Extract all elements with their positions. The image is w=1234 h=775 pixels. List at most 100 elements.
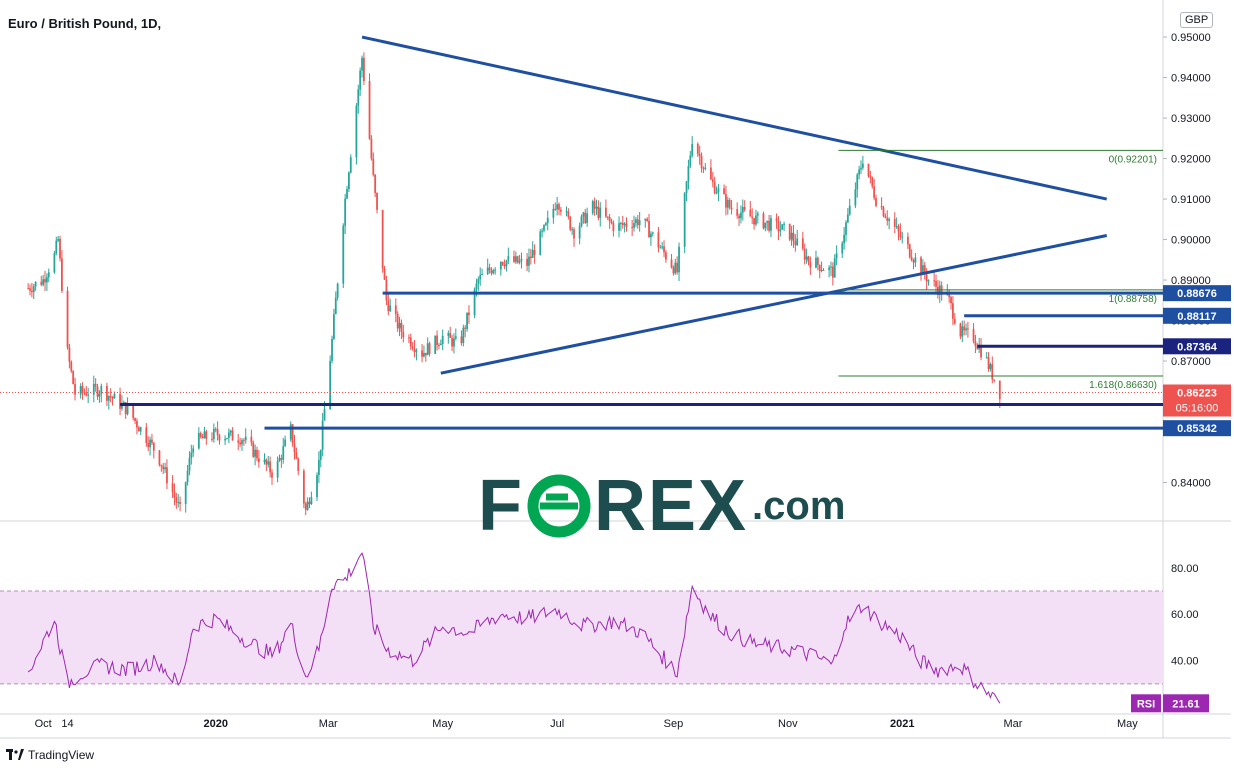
candle-body (516, 256, 519, 263)
candle-body (344, 198, 347, 226)
candle-body (160, 464, 163, 467)
candle-body (329, 360, 332, 410)
candle-body (927, 280, 930, 282)
candle-body (363, 57, 365, 82)
tradingview-logo-icon (6, 749, 24, 760)
candle-body (486, 267, 489, 275)
candle-body (805, 256, 808, 260)
candle-body (619, 222, 622, 224)
candle-body (227, 432, 230, 439)
candle-body (670, 259, 673, 268)
candle-body (32, 286, 35, 293)
time-axis[interactable]: Oct 14 2020 Mar May Jul Sep Nov 2021 Mar May (35, 718, 1139, 730)
candle-body (94, 383, 97, 387)
candle-body (959, 323, 962, 337)
candle-body (507, 256, 510, 261)
candle-body (348, 172, 350, 190)
candle-body (559, 209, 562, 212)
rsi-value-text: 21.61 (1172, 698, 1200, 710)
candle-body (768, 220, 770, 231)
candle-body (136, 420, 138, 428)
candle-body (828, 267, 831, 271)
candle-body (400, 322, 403, 332)
candle-body (488, 267, 491, 271)
trendline[interactable] (440, 234, 1108, 375)
candle-body (533, 249, 536, 255)
candle-body (481, 274, 483, 276)
candle-body (702, 167, 705, 169)
candle-body (755, 215, 757, 225)
forex-logo-letters-rex: REX (593, 466, 749, 546)
rsi-pane[interactable]: 80.00 60.00 40.00 (0, 552, 1199, 704)
candle-body (218, 435, 221, 441)
candle-body (740, 212, 742, 219)
currency-button[interactable]: GBP (1180, 12, 1214, 28)
candle-body (676, 262, 679, 273)
candle-body (882, 207, 885, 217)
candle-body (991, 364, 994, 380)
candle-body (711, 179, 714, 183)
candle-body (783, 223, 785, 225)
candle-body (608, 217, 611, 222)
candle-body (173, 491, 176, 498)
candle-body (544, 223, 547, 226)
candle-body (895, 226, 898, 228)
candle-body (646, 218, 649, 221)
candle-body (87, 394, 90, 396)
candle-body (901, 236, 904, 238)
candle-body (794, 241, 797, 246)
candle-body (27, 288, 30, 290)
candle-body (171, 483, 174, 492)
trendline[interactable] (361, 35, 1108, 201)
candle-body (149, 439, 151, 448)
candle-body (779, 229, 782, 232)
candle-body (925, 274, 928, 282)
candle-body (413, 348, 416, 352)
candle-body (164, 467, 166, 470)
candle-body (580, 216, 583, 227)
candle-body (848, 205, 851, 215)
candles (27, 52, 1001, 516)
time-tick-label: 2020 (203, 718, 227, 730)
candle-body (166, 467, 168, 484)
candle-body (884, 216, 887, 218)
candle-body (203, 431, 206, 439)
candle-body (820, 269, 823, 271)
candle-body (815, 257, 817, 268)
candle-body (725, 194, 727, 208)
chart[interactable]: 0.95000 0.94000 0.93000 0.92000 0.91000 0.900… (0, 0, 1234, 775)
candle-body (790, 232, 793, 240)
candle-body (409, 337, 412, 347)
candle-body (505, 260, 508, 267)
candle-body (612, 223, 615, 231)
candle-body (224, 438, 226, 441)
candle-body (543, 225, 545, 231)
candle-body (212, 428, 215, 440)
candle-body (61, 258, 63, 291)
candle-body (151, 439, 153, 443)
candle-body (477, 279, 480, 284)
candle-body (618, 223, 620, 231)
candle-body (741, 207, 744, 213)
candle-body (374, 174, 377, 193)
candle-body (867, 163, 870, 177)
candle-body (107, 396, 110, 401)
candle-body (897, 226, 900, 232)
candle-body (408, 337, 410, 339)
candle-body (411, 346, 414, 349)
candle-body (53, 253, 56, 273)
candle-body (710, 167, 712, 180)
candle-body (644, 218, 647, 221)
candle-body (556, 204, 559, 210)
candle-body (610, 221, 613, 224)
candle-body (726, 199, 729, 208)
candle-body (858, 169, 861, 175)
candle-body (237, 440, 240, 443)
candle-body (158, 450, 161, 465)
candle-body (317, 459, 320, 476)
candle-body (766, 220, 769, 223)
candle-body (914, 257, 917, 263)
forex-logo-o-icon (527, 474, 591, 538)
tradingview-brand: TradingView (28, 748, 95, 762)
candle-body (447, 333, 450, 336)
